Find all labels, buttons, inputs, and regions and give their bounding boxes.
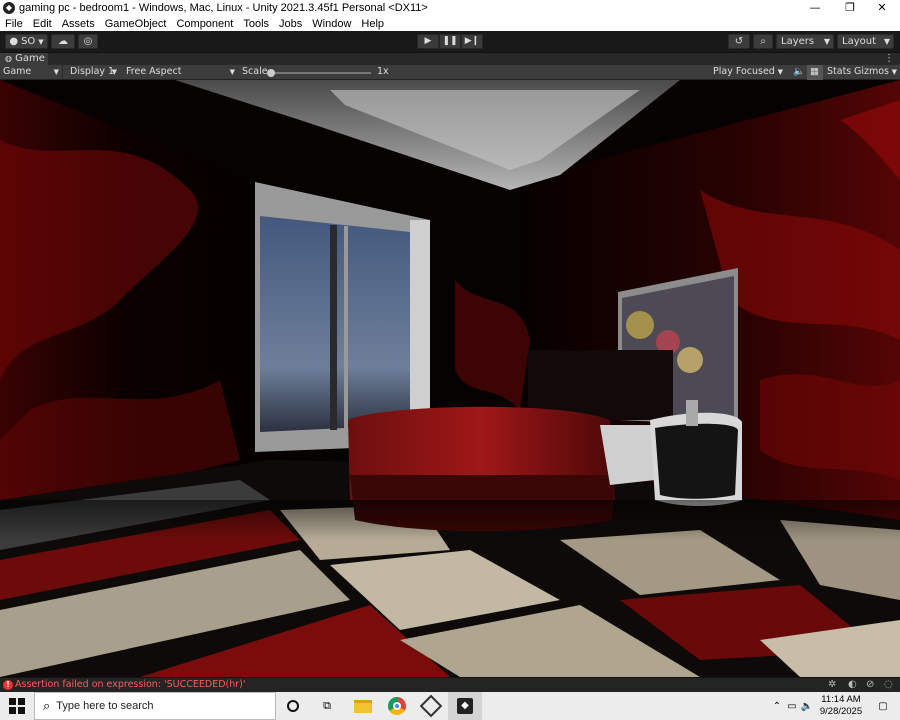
- tab-game-label: Game: [15, 53, 45, 64]
- account-icon: ●: [9, 36, 19, 47]
- game-icon: ◍: [5, 54, 12, 63]
- clock-date: 9/28/2025: [819, 706, 863, 717]
- pause-button[interactable]: ❚❚: [439, 34, 461, 49]
- play-focused-label: Play Focused: [713, 66, 775, 77]
- account-label: SO: [21, 36, 36, 47]
- menu-assets[interactable]: Assets: [57, 18, 100, 30]
- play-focused-dropdown[interactable]: Play Focused ▼: [710, 65, 786, 80]
- more-options-icon[interactable]: ⋮: [884, 53, 894, 64]
- scale-slider-thumb[interactable]: [267, 69, 275, 77]
- play-button[interactable]: ▶: [417, 34, 439, 49]
- menu-window[interactable]: Window: [307, 18, 356, 30]
- taskbar: ⌕ Type here to search ⧉ ◆ ⌃ ▭ 🔈 11:14 AM…: [0, 692, 900, 720]
- audio-icon[interactable]: 🔈: [790, 65, 805, 80]
- chevron-down-icon: ▼: [111, 68, 117, 76]
- unity-editor-icon[interactable]: ◆: [448, 692, 482, 720]
- main-toolbar: ● SO ▼ ☁ ◎ ▶ ❚❚ ▶❙ ↺ ⌕ Layers ▼ Layout ▼: [0, 31, 900, 52]
- stats-button[interactable]: Stats: [824, 65, 852, 80]
- chrome-icon[interactable]: [380, 692, 414, 720]
- title-bar: ◆ gaming pc - bedroom1 - Windows, Mac, L…: [0, 0, 900, 16]
- display-label: Display 1: [70, 66, 115, 77]
- scale-slider-track[interactable]: [267, 69, 371, 77]
- progress-icon[interactable]: ◌: [884, 679, 893, 690]
- status-bar: ! Assertion failed on expression: 'SUCCE…: [0, 677, 900, 692]
- bug-icon[interactable]: ✲: [828, 679, 836, 690]
- menu-component[interactable]: Component: [171, 18, 238, 30]
- error-icon: !: [3, 680, 13, 690]
- console-message[interactable]: Assertion failed on expression: 'SUCCEED…: [15, 679, 245, 690]
- display-dropdown[interactable]: Display 1 ▼: [67, 65, 120, 80]
- lighting-icon[interactable]: ◐: [848, 679, 857, 690]
- step-button[interactable]: ▶❙: [461, 34, 483, 49]
- search-button[interactable]: ⌕: [753, 34, 773, 49]
- taskbar-search[interactable]: ⌕ Type here to search: [34, 692, 276, 720]
- start-button[interactable]: [0, 692, 34, 720]
- search-icon: ⌕: [760, 36, 766, 47]
- chevron-down-icon: ▼: [777, 68, 783, 76]
- collab-icon: ◎: [83, 36, 93, 47]
- collab-button[interactable]: ◎: [78, 34, 98, 49]
- menu-jobs[interactable]: Jobs: [274, 18, 307, 30]
- file-explorer-icon[interactable]: [346, 692, 380, 720]
- cache-icon[interactable]: ⊘: [866, 679, 874, 690]
- aspect-label: Free Aspect: [126, 66, 182, 77]
- unity-hub-icon[interactable]: [414, 692, 448, 720]
- chevron-down-icon: ▼: [823, 37, 830, 46]
- window-title: gaming pc - bedroom1 - Windows, Mac, Lin…: [19, 2, 428, 14]
- network-icon[interactable]: ▭: [785, 692, 799, 720]
- scale-label: Scale: [242, 66, 268, 77]
- game-view-toolbar: Game ▼ Display 1 ▼ Free Aspect ▼ Scale 1…: [0, 65, 900, 80]
- gizmos-dropdown[interactable]: Gizmos ▼: [851, 65, 900, 80]
- clock[interactable]: 11:14 AM 9/28/2025: [812, 694, 870, 718]
- scale-value: 1x: [377, 66, 389, 77]
- play-controls: ▶ ❚❚ ▶❙: [417, 34, 483, 49]
- layout-label: Layout: [842, 36, 876, 47]
- game-mode-dropdown[interactable]: Game ▼: [0, 65, 63, 80]
- windows-icon: [9, 698, 25, 714]
- menu-tools[interactable]: Tools: [238, 18, 274, 30]
- history-icon: ↺: [734, 36, 744, 47]
- menu-bar: File Edit Assets GameObject Component To…: [0, 16, 900, 31]
- menu-file[interactable]: File: [0, 18, 28, 30]
- history-button[interactable]: ↺: [728, 34, 750, 49]
- maximize-button[interactable]: ❐: [835, 0, 865, 16]
- chevron-down-icon: ▼: [883, 37, 890, 46]
- chevron-down-icon: ▼: [53, 68, 59, 76]
- clock-time: 11:14 AM: [821, 694, 861, 705]
- chevron-down-icon: ▼: [38, 37, 44, 46]
- grid-icon[interactable]: ▦: [807, 65, 823, 80]
- cloud-icon: ☁: [58, 36, 68, 47]
- game-mode-label: Game: [3, 66, 32, 77]
- layers-dropdown[interactable]: Layers ▼: [776, 34, 834, 49]
- chevron-down-icon: ▼: [891, 68, 897, 76]
- account-button[interactable]: ● SO ▼: [5, 34, 48, 49]
- layers-label: Layers: [781, 36, 815, 47]
- game-viewport[interactable]: [0, 80, 900, 677]
- minimize-button[interactable]: —: [800, 0, 830, 16]
- notifications-icon[interactable]: ▢: [872, 692, 894, 720]
- bedroom-render: [0, 80, 900, 677]
- menu-help[interactable]: Help: [356, 18, 389, 30]
- unity-logo-icon: ◆: [3, 2, 15, 14]
- tray-overflow-icon[interactable]: ⌃: [770, 692, 784, 720]
- search-icon: ⌕: [43, 698, 51, 714]
- cortana-icon[interactable]: [276, 692, 310, 720]
- tab-strip: ◍ Game ⋮: [0, 52, 900, 66]
- task-view-icon[interactable]: ⧉: [310, 692, 344, 720]
- search-placeholder: Type here to search: [56, 700, 154, 712]
- chevron-down-icon: ▼: [229, 68, 235, 76]
- close-button[interactable]: ✕: [867, 0, 897, 16]
- menu-gameobject[interactable]: GameObject: [100, 18, 172, 30]
- gizmos-label: Gizmos: [854, 66, 890, 77]
- layout-dropdown[interactable]: Layout ▼: [837, 34, 894, 49]
- cloud-button[interactable]: ☁: [51, 34, 75, 49]
- aspect-dropdown[interactable]: Free Aspect ▼: [123, 65, 238, 80]
- menu-edit[interactable]: Edit: [28, 18, 57, 30]
